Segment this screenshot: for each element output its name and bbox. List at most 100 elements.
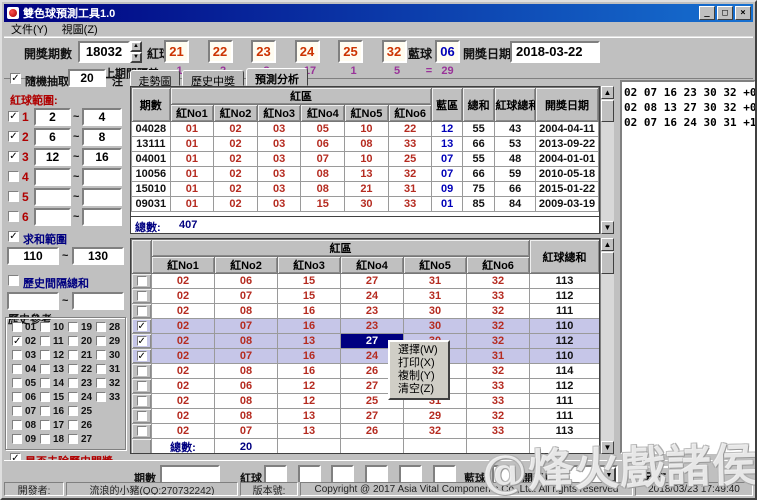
cell-select[interactable]: ✓ bbox=[131, 318, 152, 334]
history-ref-checkbox[interactable] bbox=[68, 378, 78, 388]
maximize-button[interactable]: □ bbox=[717, 6, 733, 20]
red-range-from-input[interactable] bbox=[34, 188, 71, 206]
red-range-to-input[interactable]: 4 bbox=[82, 108, 122, 126]
red-range-to-input[interactable] bbox=[82, 168, 122, 186]
history-ref-checkbox[interactable] bbox=[12, 434, 22, 444]
history-ref-checkbox[interactable] bbox=[96, 378, 106, 388]
row-checkbox[interactable] bbox=[136, 426, 147, 437]
menu-file[interactable]: 文件(Y) bbox=[4, 20, 55, 38]
history-ref-checkbox[interactable] bbox=[40, 322, 50, 332]
row-checkbox[interactable] bbox=[136, 381, 147, 392]
history-ref-checkbox[interactable] bbox=[40, 364, 50, 374]
close-button[interactable]: × bbox=[735, 6, 751, 20]
context-menu-select[interactable]: 選擇(W) bbox=[390, 344, 448, 357]
red-range-from-input[interactable]: 12 bbox=[34, 148, 71, 166]
random-count-input[interactable]: 20 bbox=[68, 69, 106, 87]
row-checkbox[interactable] bbox=[136, 366, 147, 377]
minimize-button[interactable]: _ bbox=[699, 6, 715, 20]
cell-select[interactable] bbox=[131, 378, 152, 394]
history-ref-checkbox[interactable] bbox=[68, 350, 78, 360]
row-checkbox[interactable]: ✓ bbox=[136, 336, 147, 347]
context-menu-print[interactable]: 打印(X) bbox=[390, 357, 448, 370]
history-ref-checkbox[interactable] bbox=[40, 378, 50, 388]
history-ref-checkbox[interactable] bbox=[40, 336, 50, 346]
history-ref-checkbox[interactable] bbox=[68, 420, 78, 430]
history-ref-checkbox[interactable] bbox=[40, 434, 50, 444]
history-table-scrollbar[interactable]: ▲ ▼ bbox=[600, 86, 614, 234]
history-ref-checkbox[interactable] bbox=[40, 392, 50, 402]
history-ref-checkbox[interactable] bbox=[68, 364, 78, 374]
result-listbox[interactable]: 02 07 16 23 30 32 +03 02 08 13 27 30 32 +… bbox=[620, 80, 755, 454]
history-ref-checkbox[interactable] bbox=[68, 392, 78, 402]
chevron-down-icon[interactable]: ▼ bbox=[602, 467, 616, 482]
cell-select[interactable] bbox=[131, 393, 152, 409]
row-checkbox[interactable] bbox=[136, 411, 147, 422]
history-ref-checkbox[interactable] bbox=[96, 392, 106, 402]
red-range-from-input[interactable] bbox=[34, 208, 71, 226]
history-ref-checkbox[interactable] bbox=[68, 434, 78, 444]
row-checkbox[interactable] bbox=[136, 276, 147, 287]
sum-range-checkbox[interactable]: ✓ bbox=[8, 231, 19, 242]
history-ref-checkbox[interactable] bbox=[12, 378, 22, 388]
tab-history-win[interactable]: 歷史中獎 bbox=[182, 70, 244, 88]
period-input[interactable]: 18032 bbox=[78, 41, 130, 63]
row-checkbox[interactable]: ✓ bbox=[136, 351, 147, 362]
history-ref-checkbox[interactable]: ✓ bbox=[12, 336, 22, 346]
history-ref-checkbox[interactable] bbox=[96, 322, 106, 332]
red-range-checkbox[interactable]: ✓ bbox=[8, 131, 19, 142]
red-range-checkbox[interactable]: ✓ bbox=[8, 151, 19, 162]
context-menu-clear[interactable]: 清空(Z) bbox=[390, 383, 448, 396]
history-ref-checkbox[interactable] bbox=[40, 406, 50, 416]
red-range-to-input[interactable] bbox=[82, 208, 122, 226]
history-ref-checkbox[interactable] bbox=[96, 350, 106, 360]
row-checkbox[interactable]: ✓ bbox=[136, 321, 147, 332]
cell-select[interactable]: ✓ bbox=[131, 333, 152, 349]
history-ref-checkbox[interactable] bbox=[12, 364, 22, 374]
menu-view[interactable]: 視圖(Z) bbox=[55, 20, 105, 38]
cell-select[interactable] bbox=[131, 288, 152, 304]
cell-select[interactable] bbox=[131, 423, 152, 439]
cell-select[interactable] bbox=[131, 303, 152, 319]
red-range-from-input[interactable]: 6 bbox=[34, 128, 71, 146]
draw-date-input[interactable]: 2018-03-22 bbox=[510, 41, 600, 63]
history-ref-checkbox[interactable] bbox=[68, 322, 78, 332]
tab-trend-chart[interactable]: 走勢圖 bbox=[130, 70, 180, 88]
sum-range-from-input[interactable]: 110 bbox=[7, 247, 59, 265]
red-range-from-input[interactable]: 2 bbox=[34, 108, 71, 126]
history-gap-from-input[interactable] bbox=[7, 292, 59, 310]
context-menu-copy[interactable]: 複制(Y) bbox=[390, 370, 448, 383]
cell-select[interactable]: ✓ bbox=[131, 348, 152, 364]
row-checkbox[interactable] bbox=[136, 306, 147, 317]
cell-select[interactable] bbox=[131, 408, 152, 424]
random-pick-checkbox[interactable]: ✓ bbox=[10, 73, 21, 84]
history-ref-checkbox[interactable] bbox=[68, 336, 78, 346]
row-checkbox[interactable] bbox=[136, 396, 147, 407]
red-range-from-input[interactable] bbox=[34, 168, 71, 186]
cell-select[interactable] bbox=[131, 363, 152, 379]
history-ref-checkbox[interactable] bbox=[68, 406, 78, 416]
history-ref-checkbox[interactable] bbox=[12, 406, 22, 416]
history-gap-to-input[interactable] bbox=[72, 292, 124, 310]
history-gap-checkbox[interactable] bbox=[8, 275, 19, 286]
sum-range-to-input[interactable]: 130 bbox=[72, 247, 124, 265]
history-ref-checkbox[interactable] bbox=[12, 350, 22, 360]
history-ref-checkbox[interactable] bbox=[12, 322, 22, 332]
red-range-checkbox[interactable] bbox=[8, 171, 19, 182]
history-ref-checkbox[interactable] bbox=[96, 364, 106, 374]
history-ref-checkbox[interactable] bbox=[12, 392, 22, 402]
red-range-to-input[interactable]: 8 bbox=[82, 128, 122, 146]
history-ref-checkbox[interactable] bbox=[40, 420, 50, 430]
prediction-table-scrollbar[interactable]: ▲ ▼ bbox=[600, 238, 614, 454]
red-range-to-input[interactable] bbox=[82, 188, 122, 206]
red-range-checkbox[interactable] bbox=[8, 211, 19, 222]
tab-prediction[interactable]: 預測分析 bbox=[246, 68, 308, 86]
history-ref-checkbox[interactable] bbox=[12, 420, 22, 430]
cell-select[interactable] bbox=[131, 273, 152, 289]
period-spinner[interactable]: ▲ ▼ bbox=[130, 41, 142, 63]
history-ref-checkbox[interactable] bbox=[40, 350, 50, 360]
red-range-checkbox[interactable]: ✓ bbox=[8, 111, 19, 122]
row-checkbox[interactable] bbox=[136, 291, 147, 302]
history-ref-checkbox[interactable] bbox=[96, 336, 106, 346]
red-range-checkbox[interactable] bbox=[8, 191, 19, 202]
red-range-to-input[interactable]: 16 bbox=[82, 148, 122, 166]
